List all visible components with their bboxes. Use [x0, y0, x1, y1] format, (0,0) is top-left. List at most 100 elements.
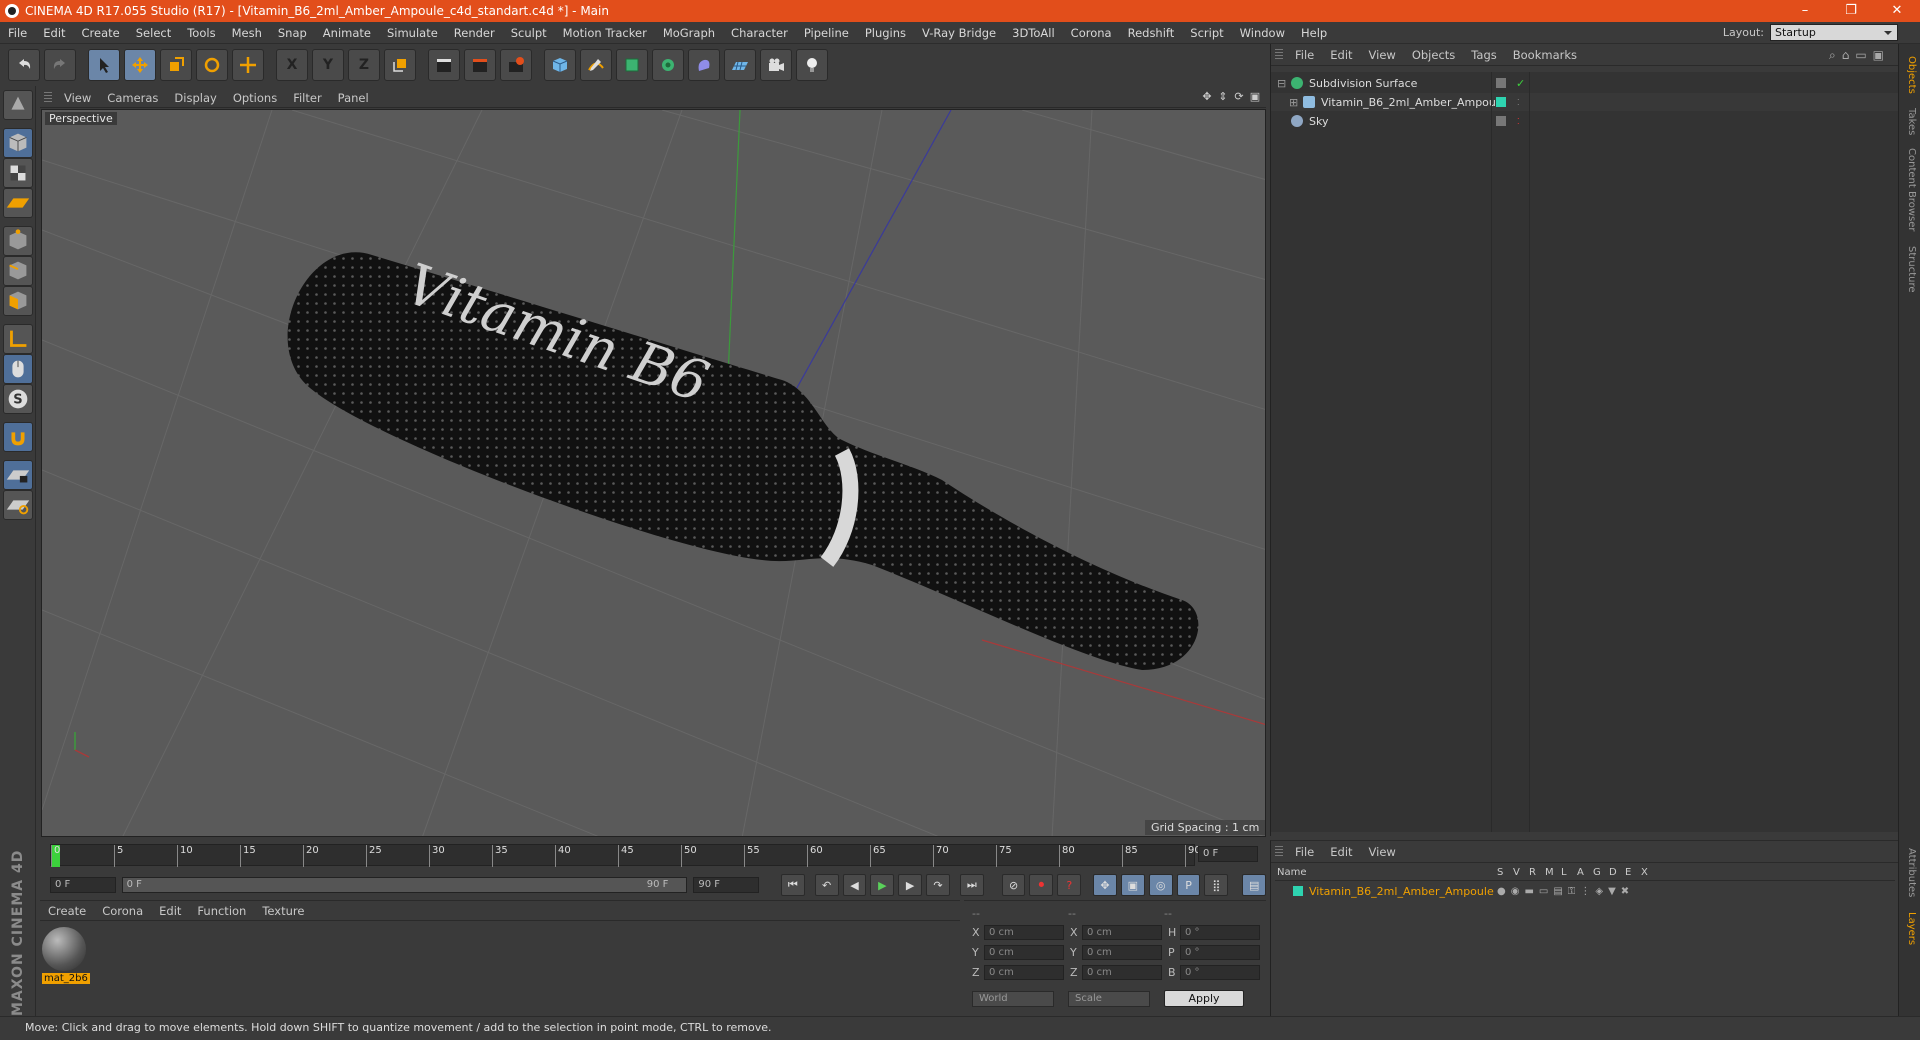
- render-to-picture-viewer-button[interactable]: [464, 49, 496, 81]
- viewport-menu-cameras[interactable]: Cameras: [99, 91, 166, 105]
- x-axis-lock-button[interactable]: X: [276, 49, 308, 81]
- visibility-dots-icon[interactable]: ⁚: [1517, 117, 1520, 126]
- z-axis-lock-button[interactable]: Z: [348, 49, 380, 81]
- size-x-field[interactable]: 0 cm: [1082, 925, 1162, 940]
- go-to-end-button[interactable]: ⏭: [959, 874, 984, 896]
- material-menu-function[interactable]: Function: [189, 904, 254, 918]
- menu-corona[interactable]: Corona: [1063, 26, 1120, 40]
- menu-help[interactable]: Help: [1293, 26, 1335, 40]
- add-subdivision-button[interactable]: [616, 49, 648, 81]
- layer-tag-icon[interactable]: [1496, 78, 1506, 88]
- menu-motion-tracker[interactable]: Motion Tracker: [555, 26, 655, 40]
- motion-path-button[interactable]: ⊘: [1001, 874, 1026, 896]
- render-view-button[interactable]: [428, 49, 460, 81]
- rotate-tool-button[interactable]: [196, 49, 228, 81]
- texture-mode-button[interactable]: [3, 158, 33, 188]
- move-tool-button[interactable]: [124, 49, 156, 81]
- menu-create[interactable]: Create: [74, 26, 128, 40]
- edges-mode-button[interactable]: [3, 256, 33, 286]
- play-forward-button[interactable]: ▶: [870, 874, 895, 896]
- menu-pipeline[interactable]: Pipeline: [796, 26, 857, 40]
- layer-tag-icon[interactable]: [1496, 116, 1506, 126]
- viewport-zoom-icon[interactable]: ⇕: [1216, 90, 1230, 104]
- timeline-window-button[interactable]: ▤: [1242, 874, 1267, 896]
- start-frame-field[interactable]: 0 F: [50, 877, 116, 893]
- menu-character[interactable]: Character: [723, 26, 796, 40]
- close-button[interactable]: ✕: [1874, 0, 1920, 22]
- material-preview-sphere[interactable]: [42, 927, 86, 971]
- rotation-b-field[interactable]: 0 °: [1180, 965, 1260, 980]
- add-camera-button[interactable]: [760, 49, 792, 81]
- objects-menu-file[interactable]: File: [1287, 48, 1322, 62]
- points-mode-button[interactable]: [3, 226, 33, 256]
- viewport-menu-display[interactable]: Display: [166, 91, 224, 105]
- menu-window[interactable]: Window: [1232, 26, 1293, 40]
- size-mode-dropdown[interactable]: Scale: [1068, 990, 1150, 1007]
- viewport-maximize-icon[interactable]: ▣: [1248, 90, 1262, 104]
- size-z-field[interactable]: 0 cm: [1082, 965, 1162, 980]
- scale-tool-button[interactable]: [160, 49, 192, 81]
- side-tab-structure[interactable]: Structure: [1906, 246, 1917, 293]
- layout-dropdown[interactable]: Startup: [1770, 24, 1898, 41]
- layer-color-swatch[interactable]: [1293, 886, 1303, 896]
- end-frame-field[interactable]: 90 F: [693, 877, 759, 893]
- objects-menu-bookmarks[interactable]: Bookmarks: [1505, 48, 1585, 62]
- objects-menu-edit[interactable]: Edit: [1322, 48, 1360, 62]
- layer-flag-icons[interactable]: ●◉▬▭▤⚿⋮◈▼✖: [1497, 886, 1634, 897]
- minimize-button[interactable]: –: [1782, 0, 1828, 22]
- layer-color-swatch[interactable]: [1496, 97, 1506, 107]
- coordinate-space-dropdown[interactable]: World: [972, 990, 1054, 1007]
- object-manager-tools-icons[interactable]: ⌕⌂▭▣: [1829, 48, 1890, 63]
- enable-snap-button[interactable]: [3, 422, 33, 452]
- objects-menu-tags[interactable]: Tags: [1463, 48, 1504, 62]
- menu-select[interactable]: Select: [128, 26, 179, 40]
- layers-menu-edit[interactable]: Edit: [1322, 845, 1360, 859]
- workplane-align-button[interactable]: [3, 490, 33, 520]
- preview-range-slider[interactable]: 0 F 90 F: [121, 877, 688, 893]
- material-menu-create[interactable]: Create: [40, 904, 94, 918]
- rotation-h-field[interactable]: 0 °: [1180, 925, 1260, 940]
- viewport-menu-view[interactable]: View: [56, 91, 99, 105]
- frame-ruler[interactable]: 0 5 10 15 20 25 30 35 40 45 50 55 60 65 …: [50, 844, 1201, 867]
- tweak-mode-button[interactable]: [3, 354, 33, 384]
- menu-mograph[interactable]: MoGraph: [655, 26, 723, 40]
- menu-sculpt[interactable]: Sculpt: [503, 26, 555, 40]
- menu-3dtoall[interactable]: 3DToAll: [1004, 26, 1063, 40]
- layers-menu-file[interactable]: File: [1287, 845, 1322, 859]
- add-floor-button[interactable]: [724, 49, 756, 81]
- menu-simulate[interactable]: Simulate: [379, 26, 446, 40]
- side-tab-attributes[interactable]: Attributes: [1906, 848, 1917, 897]
- apply-button[interactable]: Apply: [1164, 990, 1244, 1007]
- undo-button[interactable]: [8, 49, 40, 81]
- add-cube-button[interactable]: [544, 49, 576, 81]
- menu-snap[interactable]: Snap: [270, 26, 315, 40]
- visibility-dots-icon[interactable]: ⁚: [1517, 98, 1520, 107]
- object-row-ampoule[interactable]: ⊞ Vitamin_B6_2ml_Amber_Ampoule ⁚: [1271, 93, 1899, 111]
- menu-script[interactable]: Script: [1182, 26, 1231, 40]
- make-editable-button[interactable]: [3, 90, 33, 120]
- key-rotation-button[interactable]: ◎: [1148, 874, 1173, 896]
- menu-redshift[interactable]: Redshift: [1120, 26, 1183, 40]
- position-x-field[interactable]: 0 cm: [984, 925, 1064, 940]
- key-point-level-button[interactable]: ⣿: [1204, 874, 1229, 896]
- add-deformer-button[interactable]: [688, 49, 720, 81]
- go-to-start-button[interactable]: ⏮: [780, 874, 805, 896]
- redo-button[interactable]: [44, 49, 76, 81]
- add-mograph-cloner-button[interactable]: [652, 49, 684, 81]
- enabled-check-icon[interactable]: ✓: [1516, 77, 1525, 90]
- objects-menu-view[interactable]: View: [1361, 48, 1404, 62]
- polygons-mode-button[interactable]: [3, 286, 33, 316]
- material-menu-corona[interactable]: Corona: [94, 904, 151, 918]
- add-light-button[interactable]: [796, 49, 828, 81]
- rotation-p-field[interactable]: 0 °: [1180, 945, 1260, 960]
- viewport-menu-options[interactable]: Options: [225, 91, 285, 105]
- previous-frame-button[interactable]: ◀: [842, 874, 867, 896]
- maximize-button[interactable]: ❐: [1828, 0, 1874, 22]
- expand-toggle-icon[interactable]: ⊞: [1289, 96, 1298, 109]
- workplane-mode-button[interactable]: [3, 188, 33, 218]
- material-name[interactable]: mat_2b6: [42, 973, 90, 984]
- record-keyframe-button[interactable]: ⏺: [1029, 874, 1054, 896]
- menu-vray-bridge[interactable]: V-Ray Bridge: [914, 26, 1004, 40]
- size-y-field[interactable]: 0 cm: [1082, 945, 1162, 960]
- render-settings-button[interactable]: [500, 49, 532, 81]
